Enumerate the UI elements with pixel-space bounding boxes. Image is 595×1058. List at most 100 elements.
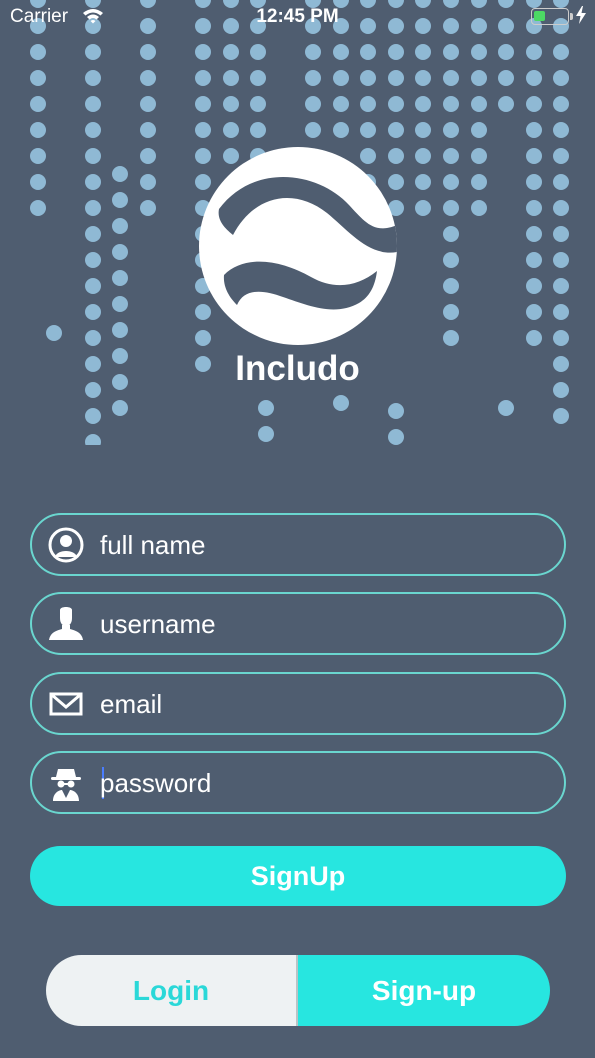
background-dot xyxy=(443,148,459,164)
background-dot xyxy=(498,44,514,60)
background-dot xyxy=(250,122,266,138)
background-dot xyxy=(443,96,459,112)
background-dot xyxy=(305,70,321,86)
background-dot xyxy=(526,174,542,190)
background-dot xyxy=(223,70,239,86)
password-field[interactable] xyxy=(30,751,566,814)
background-dot xyxy=(333,395,349,411)
full-name-field[interactable] xyxy=(30,513,566,576)
signup-button[interactable]: SignUp xyxy=(30,846,566,906)
background-dot xyxy=(195,304,211,320)
background-dot xyxy=(553,304,569,320)
background-dot xyxy=(195,174,211,190)
background-dot xyxy=(471,122,487,138)
status-bar: Carrier 12:45 PM xyxy=(0,0,595,34)
background-dot xyxy=(526,278,542,294)
background-dot xyxy=(333,70,349,86)
background-dot xyxy=(443,70,459,86)
background-dot xyxy=(250,96,266,112)
background-dot xyxy=(112,166,128,182)
full-name-input[interactable] xyxy=(100,523,540,567)
background-dot xyxy=(258,400,274,416)
background-dot xyxy=(443,174,459,190)
background-dot xyxy=(140,44,156,60)
background-dot xyxy=(526,304,542,320)
background-dot xyxy=(112,218,128,234)
background-dot xyxy=(112,322,128,338)
background-dot xyxy=(85,434,101,445)
background-dot xyxy=(553,44,569,60)
signup-tab[interactable]: Sign-up xyxy=(298,955,550,1026)
clock: 12:45 PM xyxy=(256,6,339,27)
background-dot xyxy=(443,122,459,138)
email-input[interactable] xyxy=(100,682,540,726)
app-name: Includo xyxy=(235,349,360,388)
background-dot xyxy=(388,70,404,86)
background-dot xyxy=(258,426,274,442)
background-dot xyxy=(471,96,487,112)
background-dot xyxy=(553,96,569,112)
background-dot xyxy=(443,330,459,346)
background-dot xyxy=(498,70,514,86)
background-dot xyxy=(195,122,211,138)
background-dot xyxy=(388,174,404,190)
background-dot xyxy=(526,96,542,112)
email-field[interactable] xyxy=(30,672,566,735)
background-dot xyxy=(553,70,569,86)
password-input[interactable] xyxy=(100,761,540,805)
background-dot xyxy=(140,70,156,86)
background-dot xyxy=(85,330,101,346)
background-dot xyxy=(85,304,101,320)
background-dot xyxy=(526,44,542,60)
background-dot xyxy=(360,148,376,164)
background-dot xyxy=(112,400,128,416)
envelope-icon xyxy=(48,686,84,722)
background-dot xyxy=(415,122,431,138)
background-dot xyxy=(195,148,211,164)
background-dot xyxy=(443,44,459,60)
background-dot xyxy=(30,174,46,190)
background-dot xyxy=(553,226,569,242)
background-dot xyxy=(112,270,128,286)
background-dot xyxy=(471,148,487,164)
background-dot xyxy=(443,304,459,320)
username-input[interactable] xyxy=(100,602,540,646)
background-dot xyxy=(553,252,569,268)
background-dot xyxy=(333,44,349,60)
background-dot xyxy=(388,44,404,60)
background-dot xyxy=(526,122,542,138)
background-dot xyxy=(112,192,128,208)
background-dot xyxy=(415,200,431,216)
background-dot xyxy=(223,96,239,112)
globe-swoosh-logo xyxy=(199,147,397,345)
background-dot xyxy=(112,244,128,260)
background-dot xyxy=(415,96,431,112)
background-dot xyxy=(443,252,459,268)
background-dot xyxy=(85,278,101,294)
background-dot xyxy=(46,325,62,341)
background-dot xyxy=(553,330,569,346)
background-dot xyxy=(195,330,211,346)
user-silhouette-icon xyxy=(48,606,84,642)
background-dot xyxy=(553,174,569,190)
background-dot xyxy=(223,44,239,60)
background-dot xyxy=(85,122,101,138)
background-dot xyxy=(443,200,459,216)
background-dot xyxy=(85,96,101,112)
background-dot xyxy=(415,148,431,164)
background-dot xyxy=(526,148,542,164)
background-dot xyxy=(30,148,46,164)
background-dot xyxy=(360,96,376,112)
username-field[interactable] xyxy=(30,592,566,655)
background-dot xyxy=(471,44,487,60)
background-dot xyxy=(85,200,101,216)
background-dot xyxy=(305,44,321,60)
background-dot xyxy=(360,70,376,86)
background-dot xyxy=(140,96,156,112)
background-dot xyxy=(360,122,376,138)
background-dot xyxy=(388,96,404,112)
background-dot xyxy=(388,429,404,445)
background-dot xyxy=(30,200,46,216)
login-tab[interactable]: Login xyxy=(46,955,298,1026)
background-dot xyxy=(305,122,321,138)
